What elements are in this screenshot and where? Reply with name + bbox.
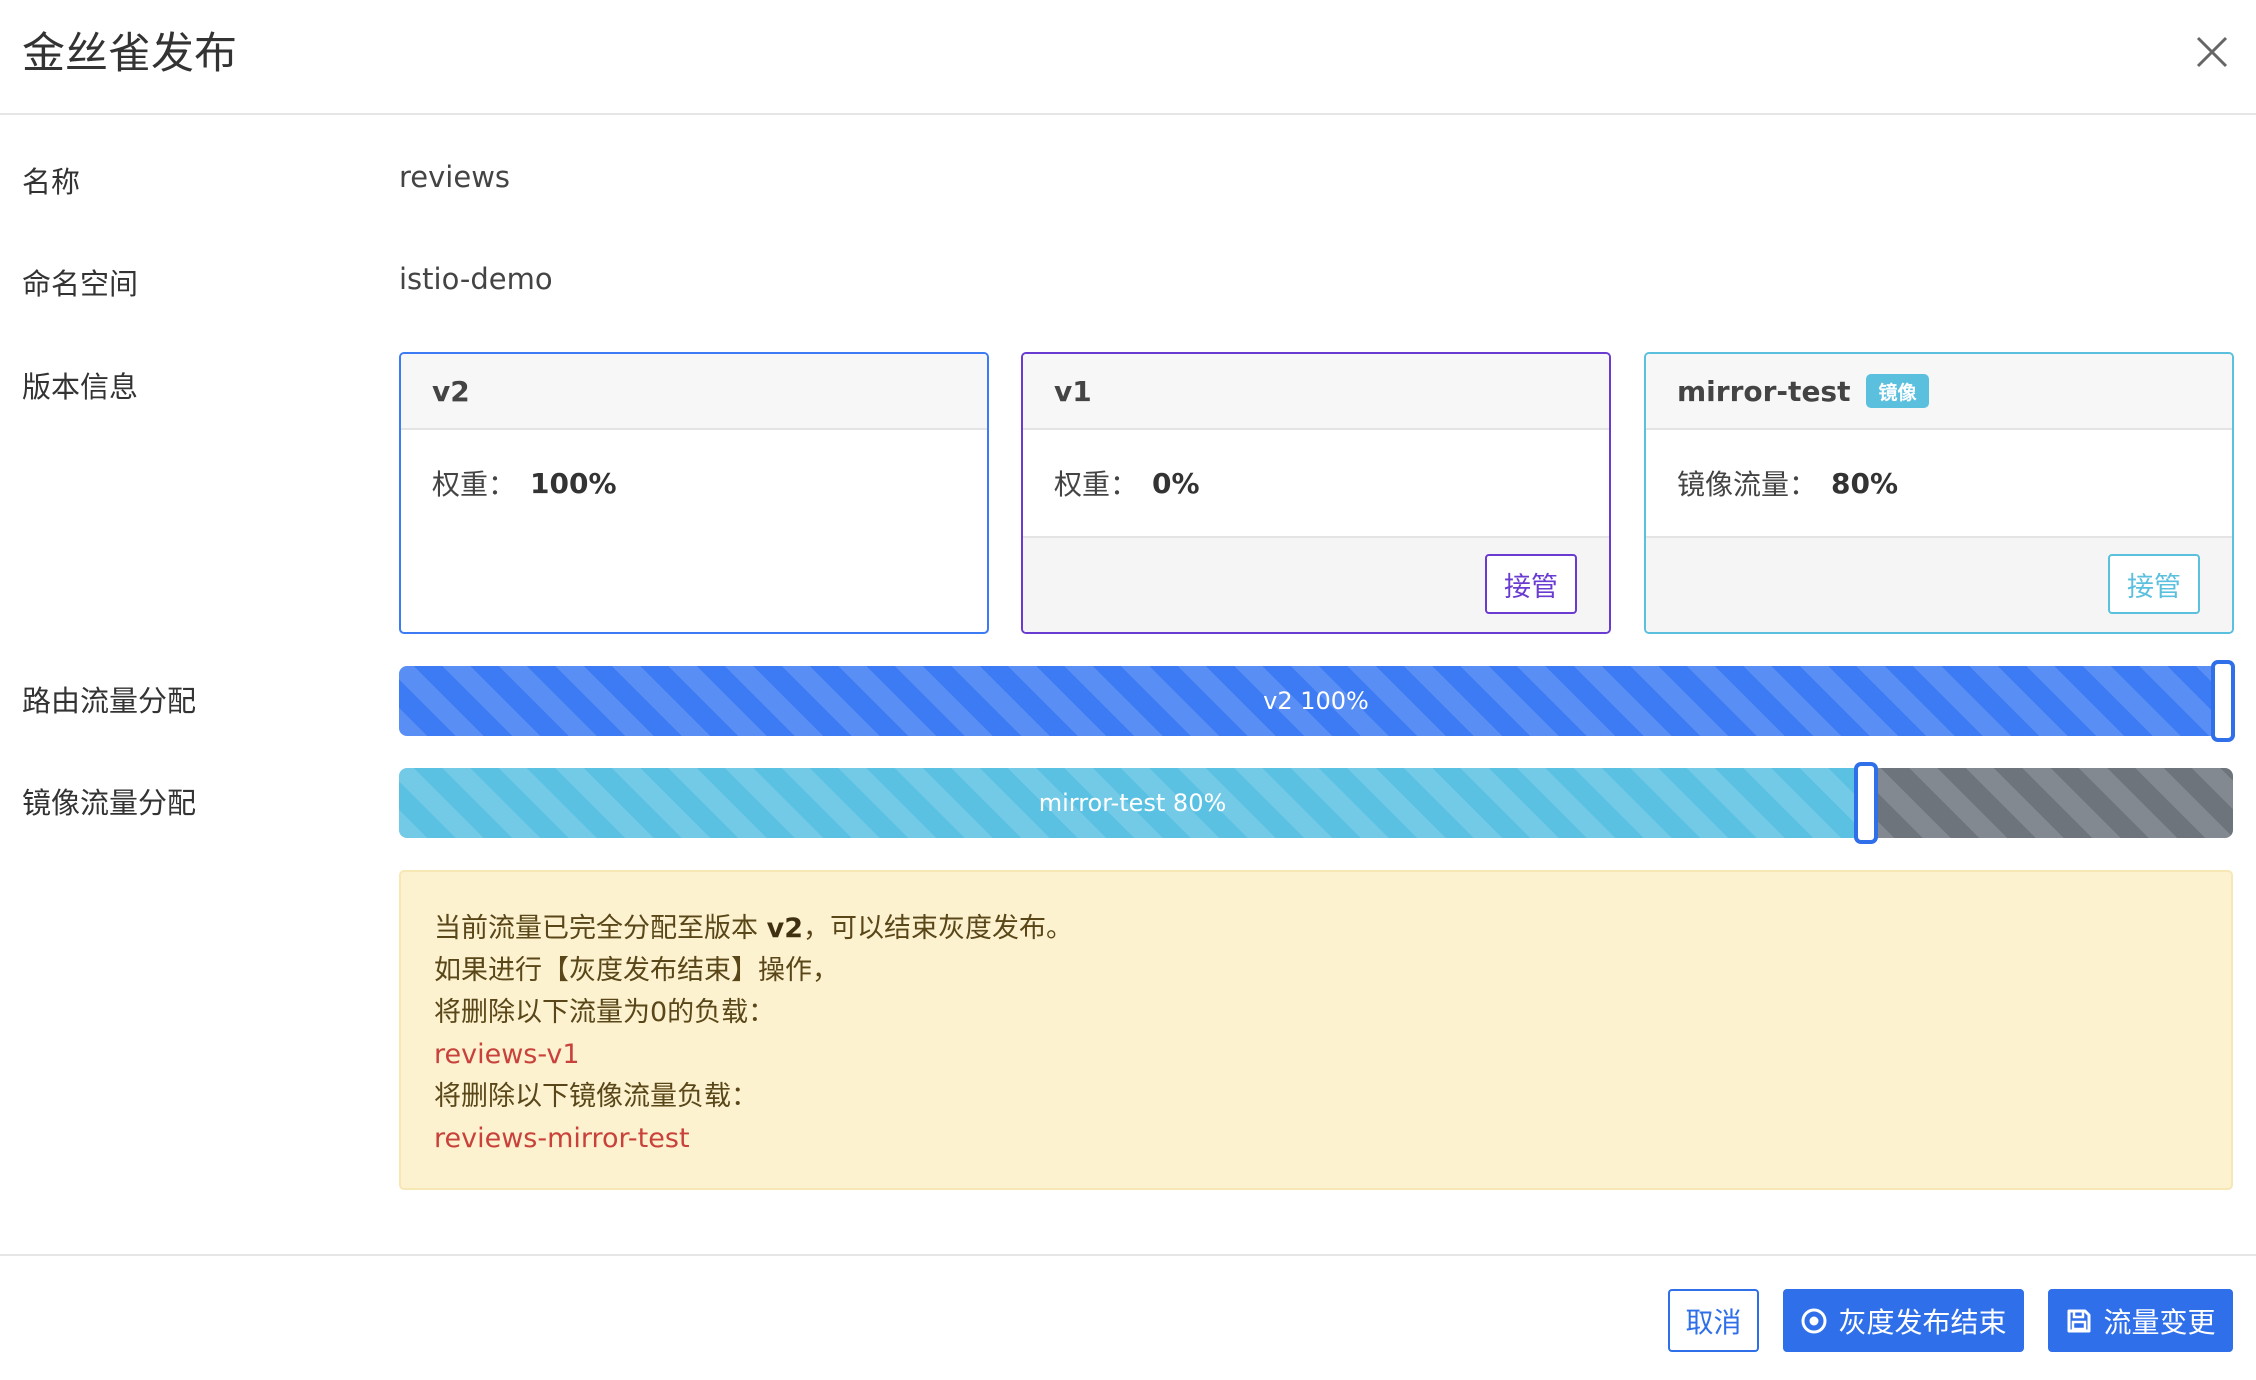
deleted-mirror-workload: reviews-mirror-test	[434, 1123, 690, 1154]
mirror-traffic-fill: mirror-test 80%	[399, 768, 1866, 838]
alert-version: v2	[766, 913, 803, 944]
warning-alert: 当前流量已完全分配至版本 v2，可以结束灰度发布。 如果进行【灰度发布结束】操作…	[399, 870, 2233, 1190]
dialog-title: 金丝雀发布	[22, 29, 237, 79]
version-name: mirror-test	[1677, 374, 1851, 408]
save-icon	[2067, 1309, 2091, 1332]
mirror-traffic-slider-handle[interactable]	[1854, 762, 1878, 844]
route-traffic-bar[interactable]: v2 100%	[399, 666, 2233, 736]
mirror-traffic-bar[interactable]: mirror-test 80%	[399, 768, 2233, 838]
version-card-header: v1	[1023, 354, 1609, 430]
alert-text: 当前流量已完全分配至版本	[434, 913, 767, 944]
route-traffic-slider-handle[interactable]	[2211, 660, 2235, 742]
finish-canary-button[interactable]: 灰度发布结束	[1783, 1289, 2024, 1352]
route-traffic-text: v2 100%	[1263, 687, 1369, 715]
dialog-header: 金丝雀发布	[0, 0, 2256, 115]
takeover-button-v1[interactable]: 接管	[1485, 554, 1577, 614]
version-card-mirror-test: mirror-test 镜像 镜像流量： 80% 接管	[1644, 352, 2234, 634]
mirror-traffic-text: mirror-test 80%	[1038, 789, 1227, 817]
weight-value: 0%	[1152, 466, 1200, 500]
version-card-body: 权重： 100%	[401, 430, 987, 536]
version-card-header: v2	[401, 354, 987, 430]
version-name: v2	[432, 374, 470, 408]
version-card-header: mirror-test 镜像	[1646, 354, 2232, 430]
alert-line: 将删除以下镜像流量负载：	[434, 1081, 758, 1112]
version-card-body: 镜像流量： 80%	[1646, 430, 2232, 536]
stop-circle-icon	[1801, 1308, 1827, 1333]
mirror-traffic-label: 镜像流量：	[1677, 468, 1818, 501]
finish-canary-label: 灰度发布结束	[1838, 1305, 2007, 1339]
alert-text: ，可以结束灰度发布。	[802, 913, 1073, 944]
alert-line: 如果进行【灰度发布结束】操作，	[434, 955, 839, 986]
namespace-value: istio-demo	[399, 262, 553, 296]
version-card-v1: v1 权重： 0% 接管	[1021, 352, 1611, 634]
version-card-body: 权重： 0%	[1023, 430, 1609, 536]
mirror-traffic-allocation-label: 镜像流量分配	[22, 786, 197, 820]
footer-divider	[0, 1254, 2256, 1256]
name-value: reviews	[399, 160, 511, 194]
version-card-footer: 接管	[1023, 536, 1609, 632]
traffic-change-label: 流量变更	[2103, 1305, 2216, 1339]
route-traffic-fill: v2 100%	[399, 666, 2233, 736]
namespace-label: 命名空间	[22, 267, 139, 301]
traffic-change-button[interactable]: 流量变更	[2048, 1289, 2233, 1352]
version-card-v2: v2 权重： 100%	[399, 352, 989, 634]
weight-label: 权重：	[432, 468, 517, 501]
version-name: v1	[1054, 374, 1092, 408]
name-label: 名称	[22, 165, 81, 199]
mirror-traffic-value: 80%	[1831, 466, 1899, 500]
takeover-button-mirror-test[interactable]: 接管	[2108, 554, 2200, 614]
close-icon[interactable]	[2188, 28, 2236, 76]
mirror-traffic-remaining	[1866, 768, 2233, 838]
mirror-badge: 镜像	[1866, 374, 1929, 408]
weight-label: 权重：	[1054, 468, 1139, 501]
deleted-workload: reviews-v1	[434, 1039, 580, 1070]
cancel-button[interactable]: 取消	[1668, 1289, 1759, 1352]
route-traffic-label: 路由流量分配	[22, 684, 197, 718]
alert-line: 将删除以下流量为0的负载：	[434, 997, 776, 1028]
version-info-label: 版本信息	[22, 370, 139, 404]
weight-value: 100%	[530, 466, 617, 500]
alert-line: 当前流量已完全分配至版本 v2，可以结束灰度发布。	[434, 908, 2231, 950]
version-card-footer: 接管	[1646, 536, 2232, 632]
